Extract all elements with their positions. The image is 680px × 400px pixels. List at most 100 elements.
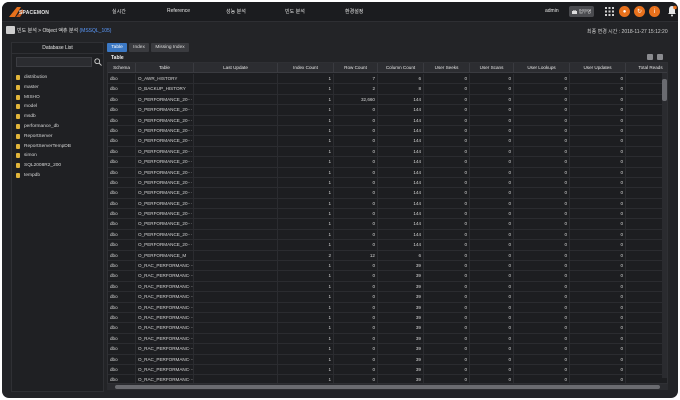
cell-row-count: 0 xyxy=(334,344,378,355)
menu-toggle-icon[interactable] xyxy=(6,26,15,34)
user-icon[interactable]: ● xyxy=(619,6,630,17)
table-row[interactable]: dbo O_RAC_PERFORMANC··· 1 0 39 0 0 0 0 xyxy=(108,302,667,313)
column-header-table[interactable]: Table xyxy=(136,63,194,73)
nav-item-settings[interactable]: 환경설정 xyxy=(345,8,363,15)
user-name[interactable]: admin xyxy=(545,8,559,14)
table-row[interactable]: dbo O_PERFORMANCE_20··· 1 0 144 0 0 0 0 xyxy=(108,188,667,199)
refresh-icon[interactable]: ↻ xyxy=(634,6,645,17)
table-row[interactable]: dbo O_AWR_HISTORY 1 7 6 0 0 0 0 xyxy=(108,74,667,85)
cell-table: O_RAC_PERFORMANC··· xyxy=(136,323,194,334)
cell-schema: dbo xyxy=(108,115,136,126)
database-search-input[interactable] xyxy=(16,57,92,67)
column-header-user-lookups[interactable]: User Lookups xyxy=(514,63,570,73)
table-row[interactable]: dbo O_RAC_PERFORMANC··· 1 0 39 0 0 0 0 xyxy=(108,375,667,383)
table-row[interactable]: dbo O_PERFORMANCE_20··· 1 0 144 0 0 0 0 xyxy=(108,136,667,147)
database-item[interactable]: simon xyxy=(12,151,103,161)
cell-column-count: 39 xyxy=(378,364,424,375)
cell-row-count: 0 xyxy=(334,136,378,147)
column-header-user-scans[interactable]: User Scans xyxy=(470,63,514,73)
table-row[interactable]: dbo O_RAC_PERFORMANC··· 1 0 39 0 0 0 0 xyxy=(108,323,667,334)
search-icon[interactable] xyxy=(94,58,102,66)
tab-index[interactable]: Index xyxy=(129,43,149,52)
nav-item-frequency-analysis[interactable]: 빈도 분석 xyxy=(285,8,305,15)
settings-icon[interactable] xyxy=(657,54,663,60)
breadcrumb-instance[interactable]: (MSSQL_105) xyxy=(80,28,112,34)
bell-icon[interactable] xyxy=(667,5,677,17)
column-header-user-updates[interactable]: User Updates xyxy=(570,63,626,73)
table-row[interactable]: dbo O_PERFORMANCE_20··· 1 0 144 0 0 0 0 xyxy=(108,125,667,137)
table-row[interactable]: dbo O_RAC_PERFORMANC··· 1 0 39 0 0 0 0 xyxy=(108,261,667,272)
column-header-user-seeks[interactable]: User Seeks xyxy=(424,63,470,73)
database-icon xyxy=(16,172,20,178)
vertical-scroll-thumb[interactable] xyxy=(662,79,667,101)
table-row[interactable]: dbo O_RAC_PERFORMANC··· 1 0 39 0 0 0 0 xyxy=(108,292,667,303)
cell-user-updates: 0 xyxy=(570,281,626,292)
database-item[interactable]: distribution xyxy=(12,73,103,83)
info-icon[interactable]: i xyxy=(649,6,660,17)
cell-user-seeks: 0 xyxy=(424,115,470,126)
nav-item-performance-analysis[interactable]: 성능 분석 xyxy=(226,8,246,15)
table-row[interactable]: dbo O_PERFORMANCE_20··· 1 0 144 0 0 0 0 xyxy=(108,105,667,116)
table-row[interactable]: dbo O_PERFORMANCE_20··· 1 0 144 0 0 0 0 xyxy=(108,219,667,230)
table-section-title: Table xyxy=(111,55,124,61)
cell-user-lookups: 0 xyxy=(514,240,570,251)
cell-last-update xyxy=(194,261,278,272)
table-row[interactable]: dbo O_PERFORMANCE_20··· 1 32,660 144 0 0 0 0 xyxy=(108,94,667,106)
cell-column-count: 8 xyxy=(378,84,424,95)
cell-schema: dbo xyxy=(108,271,136,282)
cell-table: O_PERFORMANCE_20··· xyxy=(136,219,194,230)
table-row[interactable]: dbo O_RAC_PERFORMANC··· 1 0 39 0 0 0 0 xyxy=(108,364,667,376)
cell-user-updates: 0 xyxy=(570,74,626,84)
table-row[interactable]: dbo O_PERFORMANCE_20··· 1 0 144 0 0 0 0 xyxy=(108,157,667,168)
database-item[interactable]: model xyxy=(12,102,103,112)
database-item[interactable]: ReportServer xyxy=(12,132,103,142)
horizontal-scroll-thumb[interactable] xyxy=(115,385,660,389)
tab-table[interactable]: Table xyxy=(107,43,127,52)
database-icon xyxy=(16,163,20,169)
vertical-scrollbar[interactable] xyxy=(662,73,667,378)
cell-user-seeks: 0 xyxy=(424,74,470,84)
database-item[interactable]: msdb xyxy=(12,112,103,122)
table-row[interactable]: dbo O_RAC_PERFORMANC··· 1 0 39 0 0 0 0 xyxy=(108,354,667,365)
table-row[interactable]: dbo O_PERFORMANCE_20··· 1 0 144 0 0 0 0 xyxy=(108,177,667,189)
column-header-schema[interactable]: Schema xyxy=(108,63,136,73)
table-row[interactable]: dbo O_PERFORMANCE_20··· 1 0 144 0 0 0 0 xyxy=(108,198,667,210)
tab-missing-index[interactable]: Missing Index xyxy=(151,43,189,52)
table-row[interactable]: dbo O_RAC_PERFORMANC··· 1 0 39 0 0 0 0 xyxy=(108,281,667,293)
cell-user-updates: 0 xyxy=(570,312,626,323)
column-header-total-reads[interactable]: Total Reads xyxy=(626,63,667,73)
cell-last-update xyxy=(194,375,278,383)
database-item[interactable]: ReportServerTempDB xyxy=(12,142,103,152)
database-item[interactable]: performance_db xyxy=(12,122,103,132)
cell-user-seeks: 0 xyxy=(424,209,470,220)
column-header-row-count[interactable]: Row Count xyxy=(334,63,378,73)
table-row[interactable]: dbo O_RAC_PERFORMANC··· 1 0 39 0 0 0 0 xyxy=(108,271,667,282)
horizontal-scrollbar[interactable] xyxy=(107,384,668,390)
cell-user-scans: 0 xyxy=(470,177,514,188)
nav-item-realtime[interactable]: 실시간 xyxy=(112,8,126,15)
column-header-last-update[interactable]: Last Update xyxy=(194,63,278,73)
table-row[interactable]: dbo O_PERFORMANCE_20··· 1 0 144 0 0 0 0 xyxy=(108,229,667,241)
database-item[interactable]: tempdb xyxy=(12,171,103,181)
export-icon[interactable] xyxy=(647,54,653,60)
database-item[interactable]: MISHO xyxy=(12,93,103,103)
table-row[interactable]: dbo O_PERFORMANCE_20··· 1 0 144 0 0 0 0 xyxy=(108,240,667,251)
grid-menu-icon[interactable] xyxy=(605,7,614,16)
table-row[interactable]: dbo O_PERFORMANCE_M 2 12 6 0 0 0 0 xyxy=(108,250,667,262)
table-row[interactable]: dbo O_PERFORMANCE_20··· 1 0 144 0 0 0 0 xyxy=(108,146,667,158)
table-row[interactable]: dbo O_PERFORMANCE_20··· 1 0 144 0 0 0 0 xyxy=(108,209,667,220)
nav-item-reference[interactable]: Reference xyxy=(167,8,190,14)
table-row[interactable]: dbo O_RAC_PERFORMANC··· 1 0 39 0 0 0 0 xyxy=(108,312,667,324)
work-button[interactable]: 업무명 xyxy=(569,6,594,17)
column-header-column-count[interactable]: Column Count xyxy=(378,63,424,73)
table-row[interactable]: dbo O_RAC_PERFORMANC··· 1 0 39 0 0 0 0 xyxy=(108,344,667,355)
database-item-label: tempdb xyxy=(24,172,40,178)
database-item[interactable]: master xyxy=(12,83,103,93)
table-row[interactable]: dbo O_BACKUP_HISTORY 1 2 8 0 0 0 0 xyxy=(108,84,667,95)
table-row[interactable]: dbo O_PERFORMANCE_20··· 1 0 144 0 0 0 0 xyxy=(108,167,667,178)
cell-column-count: 6 xyxy=(378,250,424,261)
table-row[interactable]: dbo O_RAC_PERFORMANC··· 1 0 39 0 0 0 0 xyxy=(108,333,667,345)
table-row[interactable]: dbo O_PERFORMANCE_20··· 1 0 144 0 0 0 0 xyxy=(108,115,667,126)
column-header-index-count[interactable]: Index Count xyxy=(278,63,334,73)
database-item[interactable]: SQL2008R2_200 xyxy=(12,161,103,171)
